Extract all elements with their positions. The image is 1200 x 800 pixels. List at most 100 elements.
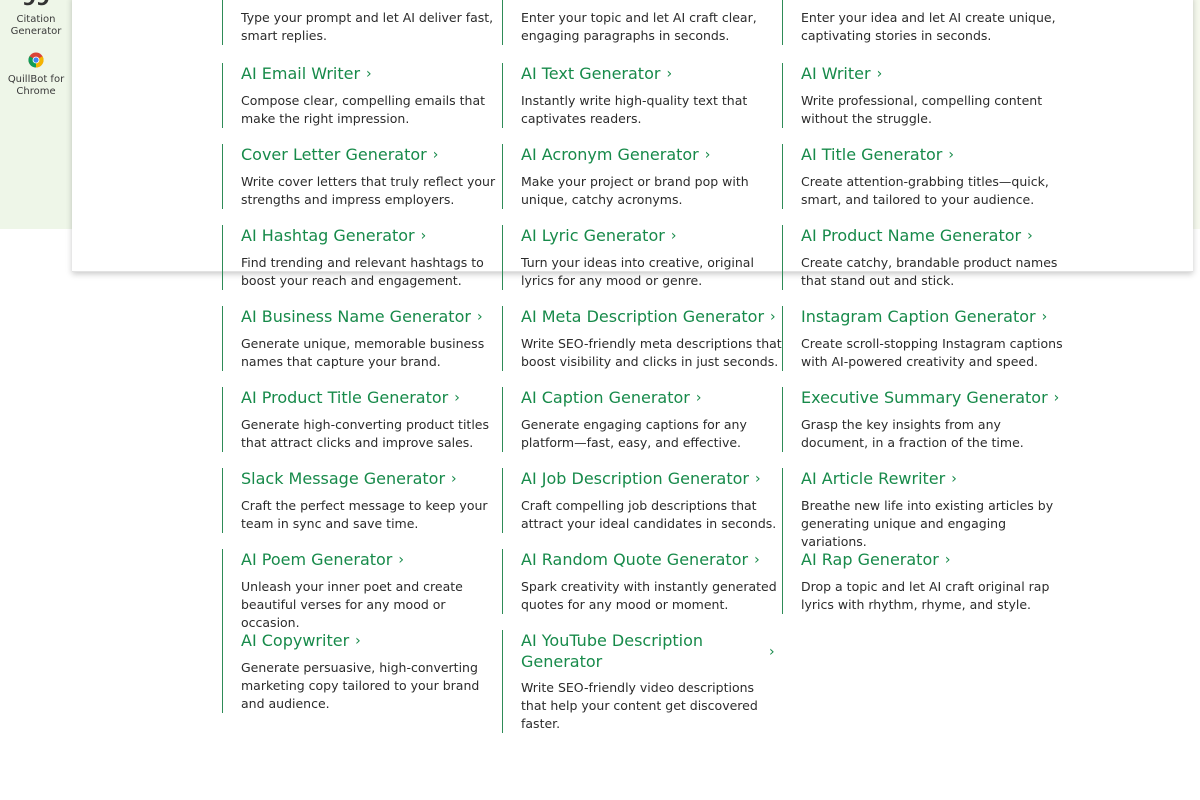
tool-link-ai-random-quote-generator[interactable]: AI Random Quote Generator ›	[521, 549, 783, 571]
tool-description: Spark creativity with instantly generate…	[521, 579, 777, 612]
tool-link-ai-text-generator[interactable]: AI Text Generator ›	[521, 63, 783, 85]
tool-title: AI Caption Generator	[521, 388, 690, 407]
tool-title: AI Article Rewriter	[801, 469, 946, 488]
tool-title: AI Business Name Generator	[241, 307, 471, 326]
tool-title: AI Acronym Generator	[521, 145, 699, 164]
chevron-right-icon: ›	[754, 471, 761, 487]
chevron-right-icon: ›	[366, 66, 372, 82]
tool-link-ai-poem-generator[interactable]: AI Poem Generator ›	[241, 549, 503, 571]
tool-card: AI Hashtag Generator › Find trending and …	[222, 225, 503, 290]
tool-description: Write cover letters that truly reflect y…	[241, 174, 496, 207]
tool-description: Breathe new life into existing articles …	[801, 498, 1054, 549]
tool-title: AI Text Generator	[521, 64, 661, 83]
tool-card: Type your prompt and let AI deliver fast…	[222, 0, 503, 45]
tool-card: AI Business Name Generator › Generate uni…	[222, 306, 503, 371]
tool-link-ai-title-generator[interactable]: AI Title Generator ›	[801, 144, 1063, 166]
tool-title: Instagram Caption Generator	[801, 307, 1036, 326]
chevron-right-icon: ›	[355, 633, 361, 649]
tool-link-executive-summary-generator[interactable]: Executive Summary Generator ›	[801, 387, 1063, 409]
tool-title: AI Poem Generator	[241, 550, 393, 569]
chevron-right-icon: ›	[454, 390, 460, 406]
tool-title: AI Rap Generator	[801, 550, 939, 569]
tool-description: Make your project or brand pop with uniq…	[521, 174, 749, 207]
tools-grid: Type your prompt and let AI deliver fast…	[0, 0, 1200, 800]
tool-link-ai-product-name-generator[interactable]: AI Product Name Generator ›	[801, 225, 1063, 247]
chevron-right-icon: ›	[944, 552, 951, 568]
chevron-right-icon: ›	[769, 644, 775, 660]
tool-card: AI Poem Generator › Unleash your inner po…	[222, 549, 503, 632]
chevron-right-icon: ›	[420, 228, 427, 244]
tool-card: AI Title Generator › Create attention-gra…	[782, 144, 1063, 209]
tool-link-ai-caption-generator[interactable]: AI Caption Generator ›	[521, 387, 783, 409]
tool-description: Grasp the key insights from any document…	[801, 417, 1024, 450]
tool-card: Slack Message Generator › Craft the perfe…	[222, 468, 503, 533]
tool-link-ai-rap-generator[interactable]: AI Rap Generator ›	[801, 549, 1063, 571]
tool-card: AI Article Rewriter › Breathe new life in…	[782, 468, 1063, 551]
tool-card: AI Product Name Generator › Create catchy…	[782, 225, 1063, 290]
tool-card: AI YouTube Description Generator › Write …	[502, 630, 783, 733]
tool-title: AI YouTube Description Generator	[521, 631, 704, 671]
tool-card: AI Email Writer › Compose clear, compelli…	[222, 63, 503, 128]
tool-description: Craft compelling job descriptions that a…	[521, 498, 777, 531]
tool-card: AI Copywriter › Generate persuasive, high…	[222, 630, 503, 713]
tool-description: Create attention-grabbing titles—quick, …	[801, 174, 1049, 207]
chevron-right-icon: ›	[1027, 228, 1033, 244]
tool-link-ai-youtube-description-generator[interactable]: AI YouTube Description Generator ›	[521, 630, 775, 672]
tool-title: AI Email Writer	[241, 64, 361, 83]
tool-title: AI Job Description Generator	[521, 469, 749, 488]
tool-title: AI Product Name Generator	[801, 226, 1022, 245]
tool-description: Generate high-converting product titles …	[241, 417, 489, 450]
tool-card: AI Text Generator › Instantly write high-…	[502, 63, 783, 128]
tool-title: AI Hashtag Generator	[241, 226, 415, 245]
tool-title: Cover Letter Generator	[241, 145, 427, 164]
tool-title: AI Title Generator	[801, 145, 943, 164]
chevron-right-icon: ›	[704, 147, 711, 163]
tool-link-ai-copywriter[interactable]: AI Copywriter ›	[241, 630, 503, 652]
chevron-right-icon: ›	[876, 66, 883, 82]
tool-link-ai-email-writer[interactable]: AI Email Writer ›	[241, 63, 503, 85]
tool-description: Turn your ideas into creative, original …	[521, 255, 754, 288]
tool-description: Type your prompt and let AI deliver fast…	[241, 10, 494, 43]
tool-description: Drop a topic and let AI craft original r…	[801, 579, 1050, 612]
tool-link-ai-hashtag-generator[interactable]: AI Hashtag Generator ›	[241, 225, 503, 247]
tool-description: Compose clear, compelling emails that ma…	[241, 93, 486, 126]
tool-description: Generate engaging captions for any platf…	[521, 417, 747, 450]
tool-link-ai-product-title-generator[interactable]: AI Product Title Generator ›	[241, 387, 503, 409]
tool-card: AI Acronym Generator › Make your project …	[502, 144, 783, 209]
tool-description: Enter your topic and let AI craft clear,…	[521, 10, 757, 43]
chevron-right-icon: ›	[1053, 390, 1060, 406]
tool-title: AI Writer	[801, 64, 871, 83]
tool-description: Generate unique, memorable business name…	[241, 336, 485, 369]
tool-link-ai-job-description-generator[interactable]: AI Job Description Generator ›	[521, 468, 783, 490]
tool-link-slack-message-generator[interactable]: Slack Message Generator ›	[241, 468, 503, 490]
tool-card: Executive Summary Generator › Grasp the k…	[782, 387, 1063, 452]
tool-card: Enter your idea and let AI create unique…	[782, 0, 1063, 45]
tool-description: Create catchy, brandable product names t…	[801, 255, 1058, 288]
tool-link-ai-acronym-generator[interactable]: AI Acronym Generator ›	[521, 144, 783, 166]
tool-card: Instagram Caption Generator › Create scro…	[782, 306, 1063, 371]
chevron-right-icon: ›	[432, 147, 439, 163]
chevron-right-icon: ›	[695, 390, 702, 406]
tool-title: AI Product Title Generator	[241, 388, 449, 407]
chevron-right-icon: ›	[951, 471, 957, 487]
tool-card: AI Meta Description Generator › Write SEO…	[502, 306, 783, 371]
chevron-right-icon: ›	[770, 309, 776, 325]
tool-link-ai-article-rewriter[interactable]: AI Article Rewriter ›	[801, 468, 1063, 490]
tool-link-ai-meta-description-generator[interactable]: AI Meta Description Generator ›	[521, 306, 783, 328]
tool-description: Enter your idea and let AI create unique…	[801, 10, 1056, 43]
chevron-right-icon: ›	[666, 66, 673, 82]
chevron-right-icon: ›	[754, 552, 760, 568]
tool-title: AI Copywriter	[241, 631, 350, 650]
tool-card: AI Product Title Generator › Generate hig…	[222, 387, 503, 452]
tool-title: Executive Summary Generator	[801, 388, 1048, 407]
tool-link-cover-letter-generator[interactable]: Cover Letter Generator ›	[241, 144, 503, 166]
tool-link-ai-lyric-generator[interactable]: AI Lyric Generator ›	[521, 225, 783, 247]
chevron-right-icon: ›	[476, 309, 483, 325]
tool-description: Write SEO-friendly meta descriptions tha…	[521, 336, 782, 369]
tool-link-instagram-caption-generator[interactable]: Instagram Caption Generator ›	[801, 306, 1063, 328]
tool-card: AI Job Description Generator › Craft comp…	[502, 468, 783, 533]
tool-description: Create scroll-stopping Instagram caption…	[801, 336, 1063, 369]
tool-card: Enter your topic and let AI craft clear,…	[502, 0, 783, 45]
tool-link-ai-writer[interactable]: AI Writer ›	[801, 63, 1063, 85]
tool-link-ai-business-name-generator[interactable]: AI Business Name Generator ›	[241, 306, 503, 328]
